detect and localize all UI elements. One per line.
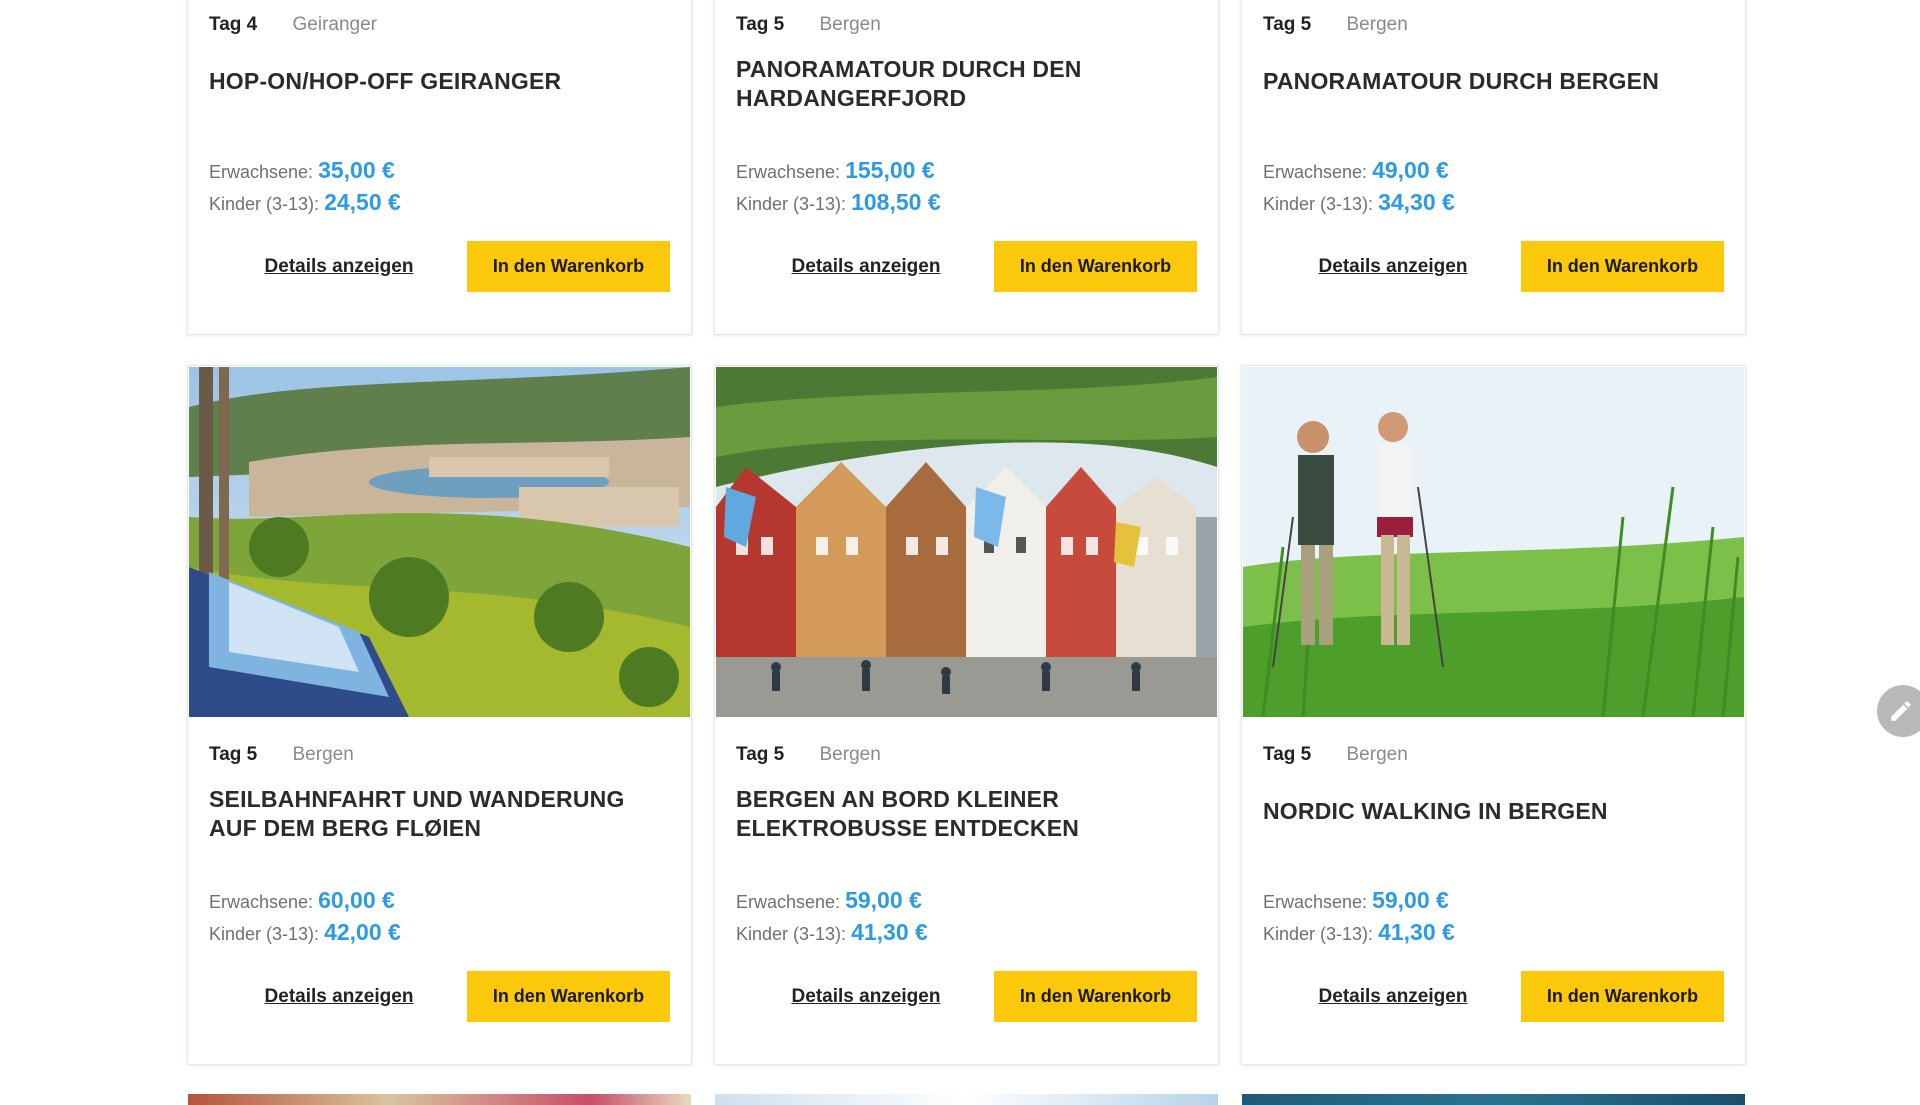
add-to-cart-button[interactable]: In den Warenkorb — [1521, 971, 1724, 1022]
adult-price: 59,00 € — [1372, 887, 1449, 913]
tour-title: BERGEN AN BORD KLEINER ELEKTROBUSSE ENTD… — [736, 786, 1080, 841]
tour-image-art — [189, 367, 690, 717]
details-link[interactable]: Details anzeigen — [776, 985, 956, 1009]
card-meta: Tag 5 Bergen — [736, 743, 881, 767]
tour-card: Tag 4 Geiranger HOP-ON/HOP-OFF GEIRANGER… — [187, 0, 692, 335]
location-label: Geiranger — [292, 14, 378, 35]
tour-image-partial — [715, 1094, 1218, 1105]
tour-image-partial — [188, 1094, 691, 1105]
adult-price: 49,00 € — [1372, 157, 1449, 183]
price-block: Erwachsene: 35,00 € Kinder (3-13): 24,50… — [209, 155, 401, 219]
child-price: 41,30 € — [851, 919, 928, 945]
add-to-cart-button[interactable]: In den Warenkorb — [467, 241, 670, 292]
price-block: Erwachsene: 59,00 € Kinder (3-13): 41,30… — [736, 885, 928, 949]
tour-image-funicular[interactable] — [189, 367, 690, 717]
child-label: Kinder (3-13): — [736, 194, 847, 214]
child-label: Kinder (3-13): — [1263, 194, 1374, 214]
pencil-icon — [1891, 701, 1911, 721]
child-price: 34,30 € — [1378, 189, 1455, 215]
card-meta: Tag 5 Bergen — [736, 13, 881, 37]
card-meta: Tag 5 Bergen — [1263, 13, 1408, 37]
details-link[interactable]: Details anzeigen — [249, 985, 429, 1009]
child-label: Kinder (3-13): — [209, 194, 320, 214]
add-to-cart-button[interactable]: In den Warenkorb — [994, 241, 1197, 292]
price-block: Erwachsene: 59,00 € Kinder (3-13): 41,30… — [1263, 885, 1455, 949]
child-label: Kinder (3-13): — [209, 924, 320, 944]
child-price: 41,30 € — [1378, 919, 1455, 945]
price-block: Erwachsene: 49,00 € Kinder (3-13): 34,30… — [1263, 155, 1455, 219]
day-label: Tag 5 — [209, 744, 258, 765]
details-link[interactable]: Details anzeigen — [776, 255, 956, 279]
tour-title: PANORAMATOUR DURCH DEN HARDANGERFJORD — [736, 56, 1082, 111]
tour-image-art — [716, 367, 1217, 717]
day-label: Tag 5 — [736, 14, 785, 35]
add-to-cart-button[interactable]: In den Warenkorb — [994, 971, 1197, 1022]
adult-price: 60,00 € — [318, 887, 395, 913]
location-label: Bergen — [819, 14, 881, 35]
day-label: Tag 4 — [209, 14, 258, 35]
tour-card: Tag 5 Bergen BERGEN AN BORD KLEINER ELEK… — [714, 365, 1219, 1065]
tour-title: NORDIC WALKING IN BERGEN — [1263, 798, 1608, 824]
adult-label: Erwachsene: — [1263, 892, 1368, 912]
adult-label: Erwachsene: — [1263, 162, 1368, 182]
location-label: Bergen — [1346, 14, 1408, 35]
location-label: Bergen — [292, 744, 354, 765]
adult-label: Erwachsene: — [209, 162, 314, 182]
details-link[interactable]: Details anzeigen — [1303, 255, 1483, 279]
tour-card: Tag 5 Bergen SEILBAHNFAHRT UND WANDERUNG… — [187, 365, 692, 1065]
location-label: Bergen — [819, 744, 881, 765]
price-block: Erwachsene: 155,00 € Kinder (3-13): 108,… — [736, 155, 941, 219]
tour-card: Tag 5 Bergen PANORAMATOUR DURCH DEN HARD… — [714, 0, 1219, 335]
location-label: Bergen — [1346, 744, 1408, 765]
adult-price: 35,00 € — [318, 157, 395, 183]
adult-price: 59,00 € — [845, 887, 922, 913]
card-meta: Tag 5 Bergen — [209, 743, 354, 767]
edit-button[interactable] — [1877, 685, 1920, 737]
child-price: 24,50 € — [324, 189, 401, 215]
day-label: Tag 5 — [1263, 14, 1312, 35]
adult-label: Erwachsene: — [736, 892, 841, 912]
adult-price: 155,00 € — [845, 157, 935, 183]
adult-label: Erwachsene: — [209, 892, 314, 912]
tour-image-partial — [1242, 1094, 1745, 1105]
card-meta: Tag 5 Bergen — [1263, 743, 1408, 767]
day-label: Tag 5 — [1263, 744, 1312, 765]
tour-title: HOP-ON/HOP-OFF GEIRANGER — [209, 68, 562, 94]
add-to-cart-button[interactable]: In den Warenkorb — [467, 971, 670, 1022]
tour-title: PANORAMATOUR DURCH BERGEN — [1263, 68, 1659, 94]
add-to-cart-button[interactable]: In den Warenkorb — [1521, 241, 1724, 292]
details-link[interactable]: Details anzeigen — [249, 255, 429, 279]
tour-image-nordic-walking[interactable] — [1243, 367, 1744, 717]
adult-label: Erwachsene: — [736, 162, 841, 182]
tour-image-art — [1243, 367, 1744, 717]
tour-title: SEILBAHNFAHRT UND WANDERUNG AUF DEM BERG… — [209, 786, 625, 841]
tour-image-bryggen[interactable] — [716, 367, 1217, 717]
day-label: Tag 5 — [736, 744, 785, 765]
price-block: Erwachsene: 60,00 € Kinder (3-13): 42,00… — [209, 885, 401, 949]
card-meta: Tag 4 Geiranger — [209, 13, 377, 37]
child-label: Kinder (3-13): — [1263, 924, 1374, 944]
child-price: 108,50 € — [851, 189, 941, 215]
child-price: 42,00 € — [324, 919, 401, 945]
tour-card: Tag 5 Bergen NORDIC WALKING IN BERGEN Er… — [1241, 365, 1746, 1065]
tour-card: Tag 5 Bergen PANORAMATOUR DURCH BERGEN E… — [1241, 0, 1746, 335]
details-link[interactable]: Details anzeigen — [1303, 985, 1483, 1009]
child-label: Kinder (3-13): — [736, 924, 847, 944]
